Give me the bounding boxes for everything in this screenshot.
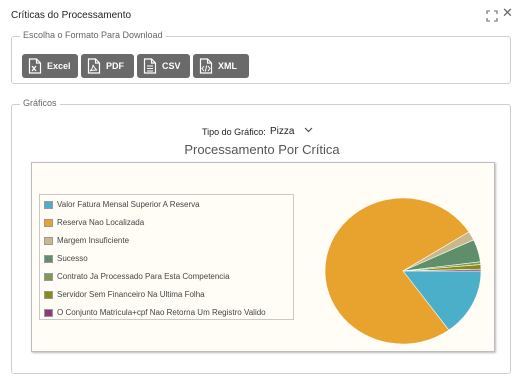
legend-swatch — [44, 291, 53, 299]
download-format-section: Escolha o Formato Para Download Excel PD… — [11, 30, 511, 84]
xml-button-label: XML — [218, 61, 237, 71]
chart-type-select[interactable]: Pizza — [270, 125, 322, 138]
pdf-file-icon — [87, 58, 101, 74]
chevron-down-icon — [304, 127, 313, 133]
legend-swatch — [44, 273, 53, 281]
maximize-icon[interactable] — [486, 9, 498, 22]
legend-label: Sucesso — [57, 254, 88, 263]
legend-label: Margem Insuficiente — [57, 236, 130, 245]
legend-swatch — [44, 219, 53, 227]
chart-type-value: Pizza — [270, 126, 295, 137]
chart-type-label: Tipo do Gráfico: — [202, 127, 266, 137]
pdf-button-label: PDF — [106, 61, 124, 71]
xml-file-icon — [199, 58, 213, 74]
legend-swatch — [44, 255, 53, 263]
dialog-header: Críticas do Processamento ✕ — [0, 0, 522, 30]
excel-download-button[interactable]: Excel — [22, 54, 78, 78]
charts-section-legend: Gráficos — [20, 98, 60, 108]
chart-title: Processamento Por Crítica — [184, 142, 340, 157]
legend-label: Reserva Nao Localizada — [57, 218, 145, 227]
pdf-download-button[interactable]: PDF — [81, 54, 134, 78]
download-section-legend: Escolha o Formato Para Download — [20, 30, 166, 40]
legend-swatch — [44, 237, 53, 245]
chart-legend: Valor Fatura Mensal Superior A Reserva Re… — [39, 194, 294, 320]
legend-label: Contrato Ja Processado Para Esta Compete… — [57, 272, 230, 281]
legend-swatch — [44, 201, 53, 209]
legend-swatch — [44, 309, 53, 317]
csv-download-button[interactable]: CSV — [137, 54, 190, 78]
close-icon[interactable]: ✕ — [502, 7, 514, 21]
csv-file-icon — [143, 58, 157, 74]
legend-label: O Conjunto Matricula+cpf Nao Retorna Um … — [57, 308, 266, 317]
excel-file-icon — [28, 58, 42, 74]
xml-download-button[interactable]: XML — [193, 54, 249, 78]
pie-plot — [324, 197, 482, 345]
excel-button-label: Excel — [47, 61, 71, 71]
csv-button-label: CSV — [162, 61, 181, 71]
legend-label: Servidor Sem Financeiro Na Ultima Folha — [57, 290, 205, 299]
charts-section: Gráficos Tipo do Gráfico: Pizza Processa… — [11, 98, 511, 374]
legend-label: Valor Fatura Mensal Superior A Reserva — [57, 200, 200, 209]
pie-chart: Valor Fatura Mensal Superior A Reserva Re… — [31, 162, 495, 352]
dialog-title: Críticas do Processamento — [11, 10, 132, 21]
